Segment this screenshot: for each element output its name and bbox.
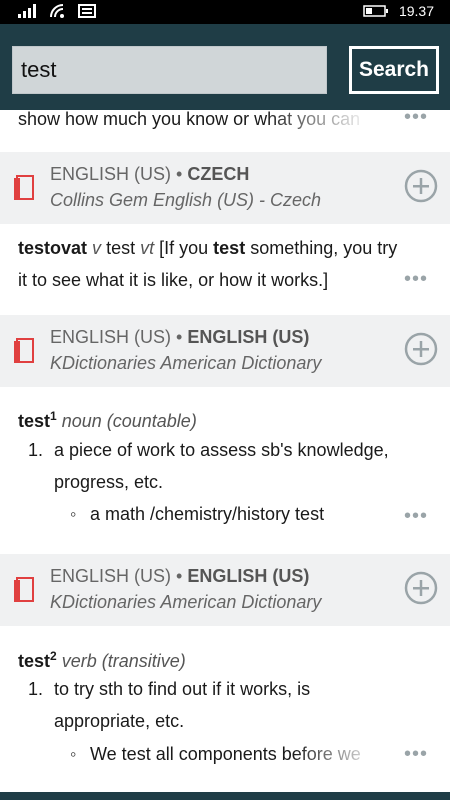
sense-number: 1. bbox=[28, 679, 44, 699]
add-icon[interactable] bbox=[404, 169, 438, 203]
results-list[interactable]: show how much you know or what you can •… bbox=[0, 110, 450, 800]
search-button[interactable]: Search bbox=[349, 46, 439, 94]
language-pair: ENGLISH (US) • ENGLISH (US) bbox=[50, 566, 310, 586]
definition-line: it to see what it is like, or how it wor… bbox=[18, 270, 329, 290]
example-text: We test all components before we bbox=[90, 744, 361, 764]
more-button[interactable]: ••• bbox=[404, 505, 428, 528]
language-pair: ENGLISH (US) • ENGLISH (US) bbox=[50, 327, 310, 347]
dictionary-header: ENGLISH (US) • ENGLISH (US) KDictionarie… bbox=[0, 554, 450, 626]
sense-text: to try sth to find out if it works, is bbox=[54, 679, 311, 699]
sense-text: progress, etc. bbox=[54, 472, 164, 492]
battery-icon bbox=[363, 5, 388, 17]
language-pair: ENGLISH (US) • CZECH bbox=[50, 164, 250, 184]
status-bar: 19.37 bbox=[0, 0, 450, 24]
sense-text: appropriate, etc. bbox=[54, 711, 185, 731]
book-icon bbox=[14, 577, 34, 602]
dictionary-header: ENGLISH (US) • CZECH Collins Gem English… bbox=[0, 152, 450, 224]
dictionary-name: Collins Gem English (US) - Czech bbox=[50, 190, 322, 210]
sense-text: a piece of work to assess sb's knowledge… bbox=[54, 440, 389, 460]
wifi-icon bbox=[50, 4, 64, 18]
sense-number: 1. bbox=[28, 440, 44, 460]
search-input[interactable]: test bbox=[12, 46, 327, 94]
headword-line: test2 verb (transitive) bbox=[18, 649, 186, 671]
app-bar bbox=[0, 792, 450, 800]
dictionary-name: KDictionaries American Dictionary bbox=[50, 353, 322, 373]
dictionary-name: KDictionaries American Dictionary bbox=[50, 592, 322, 612]
search-header: test Search bbox=[0, 24, 450, 110]
clock: 19.37 bbox=[398, 3, 434, 19]
signal-icon bbox=[18, 4, 36, 18]
bullet: ◦ bbox=[70, 504, 77, 524]
add-icon[interactable] bbox=[404, 571, 438, 605]
more-button[interactable]: ••• bbox=[404, 110, 428, 129]
example-text: a math /chemistry/history test bbox=[90, 504, 325, 524]
partial-definition: show how much you know or what you can bbox=[18, 110, 361, 129]
definition-line: testovat v test vt [If you test somethin… bbox=[18, 238, 398, 258]
add-icon[interactable] bbox=[404, 332, 438, 366]
headword-line: test1 noun (countable) bbox=[18, 409, 197, 431]
book-icon bbox=[14, 175, 34, 200]
book-icon bbox=[14, 338, 34, 363]
dictionary-header: ENGLISH (US) • ENGLISH (US) KDictionarie… bbox=[0, 315, 450, 387]
message-icon bbox=[78, 4, 96, 18]
more-button[interactable]: ••• bbox=[404, 268, 428, 291]
more-button[interactable]: ••• bbox=[404, 743, 428, 766]
bullet: ◦ bbox=[70, 744, 77, 764]
